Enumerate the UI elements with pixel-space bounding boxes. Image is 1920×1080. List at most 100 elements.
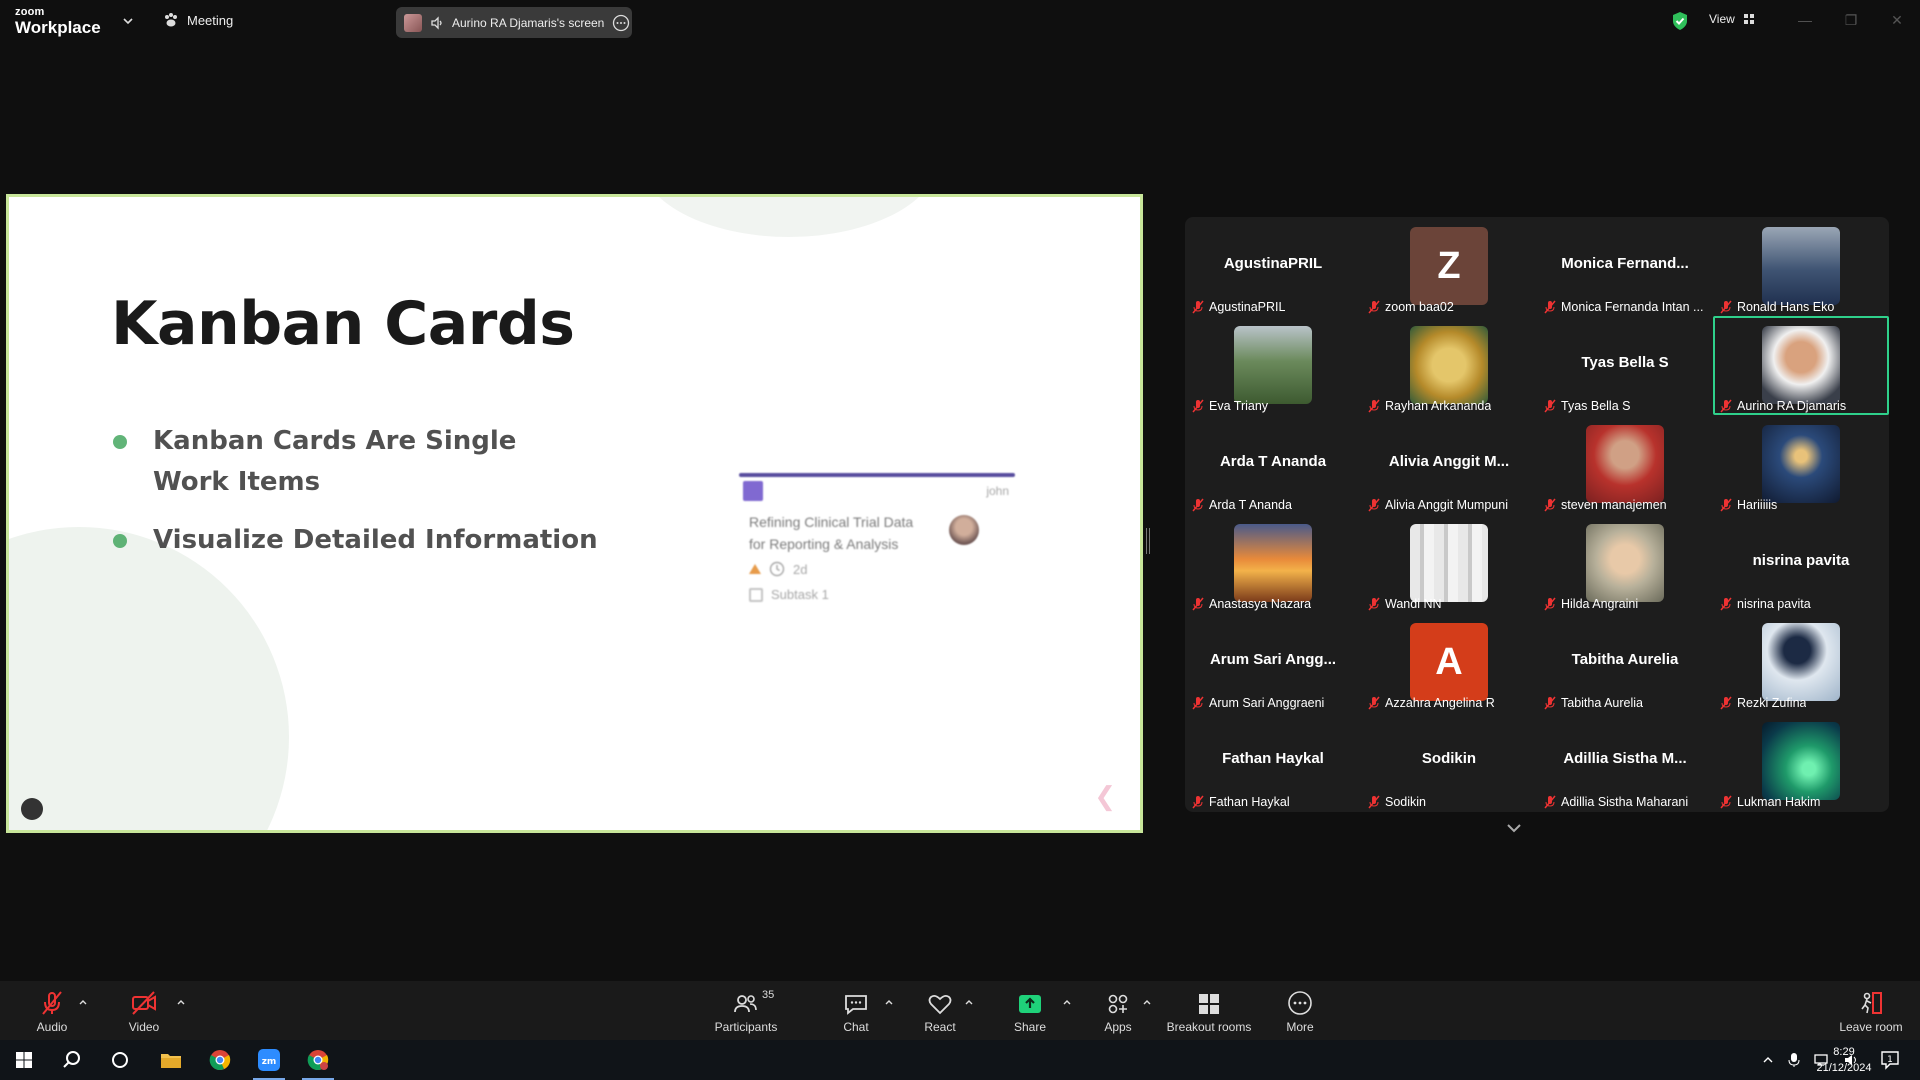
video-tile[interactable]: Z zoom baa02	[1361, 217, 1537, 316]
video-tile[interactable]: Monica Fernand... Monica Fernanda Intan …	[1537, 217, 1713, 316]
meeting-button[interactable]: Meeting	[163, 12, 233, 28]
mic-muted-icon	[1368, 498, 1380, 512]
taskbar-zoom[interactable]: zm	[245, 1040, 293, 1080]
participant-name: Rezki Zufina	[1737, 696, 1807, 710]
video-tile[interactable]: Arum Sari Angg... Arum Sari Anggraeni	[1185, 613, 1361, 712]
chevron-up-icon[interactable]	[964, 997, 974, 1007]
participants-label: Participants	[714, 1020, 778, 1034]
notification-center[interactable]: 1	[1880, 1050, 1900, 1075]
participant-photo	[1410, 524, 1488, 602]
video-tile[interactable]: Anastasya Nazara	[1185, 514, 1361, 613]
video-tile[interactable]: A Azzahra Angelina R	[1361, 613, 1537, 712]
clock-time: 8:29	[1833, 1046, 1855, 1058]
chevron-up-icon[interactable]	[884, 997, 894, 1007]
minimize-icon[interactable]: —	[1782, 0, 1828, 40]
tile-label: Anastasya Nazara	[1191, 597, 1311, 611]
apps-button[interactable]: Apps	[1098, 981, 1138, 1040]
tile-display-name: Adillia Sistha M...	[1563, 750, 1687, 767]
chevron-up-icon[interactable]	[1762, 1054, 1774, 1066]
more-options-icon[interactable]	[612, 14, 630, 32]
participant-name: Wandi NN	[1385, 597, 1442, 611]
participant-name: Aurino RA Djamaris	[1737, 399, 1847, 413]
tile-label: Tyas Bella S	[1543, 399, 1630, 413]
notification-icon: 1	[1881, 1051, 1899, 1070]
tile-label: Alivia Anggit Mumpuni	[1367, 498, 1508, 512]
video-tile[interactable]: Adillia Sistha M... Adillia Sistha Mahar…	[1537, 712, 1713, 811]
speaker-icon	[431, 15, 442, 30]
resize-handle[interactable]	[1146, 528, 1150, 554]
kanban-card-example: john Refining Clinical Trial Data for Re…	[739, 473, 1015, 643]
card-header: john	[739, 477, 1015, 501]
meeting-paw-icon	[165, 13, 177, 27]
close-icon[interactable]: ✕	[1874, 0, 1920, 40]
tile-label: Sodikin	[1367, 795, 1426, 809]
view-button[interactable]: View	[1709, 12, 1755, 26]
video-tile[interactable]: steven manajemen	[1537, 415, 1713, 514]
video-tile[interactable]: Lukman Hakim	[1713, 712, 1889, 811]
chevron-up-icon[interactable]	[1142, 997, 1152, 1007]
start-button[interactable]	[0, 1040, 48, 1080]
system-clock[interactable]: 8:29 21/12/2024	[1814, 1044, 1874, 1076]
chevron-up-icon[interactable]	[176, 997, 186, 1007]
taskbar-file-explorer[interactable]	[147, 1040, 195, 1080]
microphone-icon[interactable]	[1788, 1052, 1800, 1068]
tile-display-name: Sodikin	[1421, 750, 1477, 767]
mic-muted-icon	[1544, 399, 1556, 413]
tile-display-name: Tabitha Aurelia	[1571, 651, 1679, 668]
chevron-up-icon[interactable]	[78, 997, 88, 1007]
chat-button[interactable]: Chat	[836, 981, 876, 1040]
video-tile[interactable]: nisrina pavita nisrina pavita	[1713, 514, 1889, 613]
mic-muted-icon	[1368, 300, 1380, 314]
share-button[interactable]: Share	[1010, 981, 1050, 1040]
leave-room-button[interactable]: Leave room	[1836, 981, 1906, 1040]
audio-button[interactable]: Audio	[30, 981, 74, 1040]
chevron-up-icon[interactable]	[1062, 997, 1072, 1007]
video-tile[interactable]: Alivia Anggit M... Alivia Anggit Mumpuni	[1361, 415, 1537, 514]
more-button[interactable]: More	[1280, 981, 1320, 1040]
video-tile[interactable]: Arda T Ananda Arda T Ananda	[1185, 415, 1361, 514]
clock-date: 21/12/2024	[1816, 1062, 1872, 1074]
participant-name: Hilda Angraini	[1561, 597, 1639, 611]
video-tile[interactable]: Wandi NN	[1361, 514, 1537, 613]
breakout-rooms-button[interactable]: Breakout rooms	[1160, 981, 1258, 1040]
task-view-button[interactable]	[96, 1040, 144, 1080]
video-button[interactable]: Video	[122, 981, 166, 1040]
video-tile[interactable]: Sodikin Sodikin	[1361, 712, 1537, 811]
mic-muted-icon	[1720, 498, 1732, 512]
mic-muted-icon	[1192, 597, 1204, 611]
zoom-workplace-logo[interactable]: zoom Workplace	[15, 7, 101, 37]
video-tile[interactable]: Tyas Bella S Tyas Bella S	[1537, 316, 1713, 415]
gallery-next-page-icon[interactable]	[1502, 816, 1526, 840]
meeting-label: Meeting	[187, 12, 234, 28]
card-body: Refining Clinical Trial Data for Reporti…	[739, 501, 1015, 555]
search-button[interactable]	[48, 1040, 96, 1080]
video-tile-active-speaker[interactable]: Aurino RA Djamaris	[1713, 316, 1889, 415]
shared-screen[interactable]: Kanban Cards Kanban Cards Are Single Wor…	[6, 194, 1143, 833]
video-tile[interactable]: Hilda Angraini	[1537, 514, 1713, 613]
participant-photo	[1762, 425, 1840, 503]
tile-label: AgustinaPRIL	[1191, 300, 1285, 314]
video-tile[interactable]: Rayhan Arkananda	[1361, 316, 1537, 415]
tile-label: Tabitha Aurelia	[1543, 696, 1643, 710]
tile-label: Fathan Haykal	[1191, 795, 1290, 809]
video-tile[interactable]: Rezki Zufina	[1713, 613, 1889, 712]
participant-avatar: Z	[1410, 227, 1488, 305]
taskbar-chrome-profile[interactable]	[294, 1040, 342, 1080]
video-tile[interactable]: Tabitha Aurelia Tabitha Aurelia	[1537, 613, 1713, 712]
video-tile[interactable]: Eva Triany	[1185, 316, 1361, 415]
restore-icon[interactable]: ❐	[1828, 0, 1874, 40]
mic-muted-icon	[1720, 300, 1732, 314]
encryption-shield-icon[interactable]	[1671, 11, 1689, 31]
video-tile[interactable]: Hariiiiis	[1713, 415, 1889, 514]
screen-share-indicator[interactable]: Aurino RA Djamaris's screen	[396, 7, 632, 38]
participant-name: Monica Fernanda Intan ...	[1561, 300, 1704, 314]
react-button[interactable]: React	[920, 981, 960, 1040]
tile-label: Monica Fernanda Intan ...	[1543, 300, 1703, 314]
video-tile[interactable]: Fathan Haykal Fathan Haykal	[1185, 712, 1361, 811]
taskbar-chrome[interactable]	[196, 1040, 244, 1080]
mic-muted-icon	[1368, 597, 1380, 611]
mic-muted-icon	[1720, 795, 1732, 809]
video-tile[interactable]: AgustinaPRIL AgustinaPRIL	[1185, 217, 1361, 316]
video-tile[interactable]: Ronald Hans Eko	[1713, 217, 1889, 316]
chevron-down-icon[interactable]	[121, 14, 135, 28]
